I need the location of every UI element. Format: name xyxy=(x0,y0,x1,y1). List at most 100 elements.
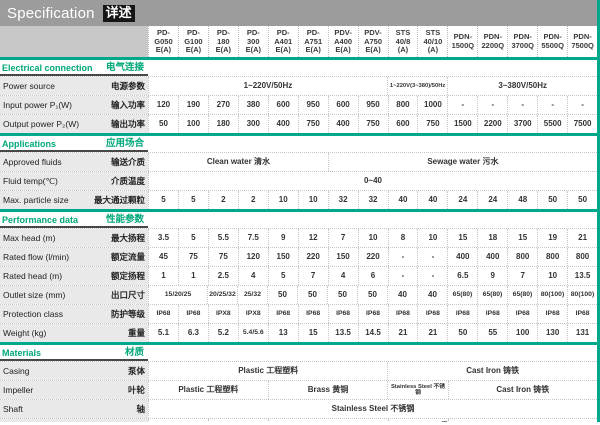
row-cells: Clean water 清水Sewage water 污水 xyxy=(148,153,597,171)
row-cells: 3.555.57.59127108101518151921 xyxy=(148,229,597,247)
row-label-en: Approved fluids xyxy=(0,153,95,171)
data-cell: 50 xyxy=(537,191,567,209)
data-cell: 7500 xyxy=(567,115,597,133)
row-label-en: Power source xyxy=(0,77,95,95)
table-row: Outlet size (mm)出口尺寸15/20/2520/25/3225/3… xyxy=(0,285,597,304)
data-cell: 50 xyxy=(148,115,178,133)
section-title-zh: 应用场合 xyxy=(106,135,144,149)
data-cell: 9 xyxy=(477,267,507,285)
section-title-zh: 性能参数 xyxy=(106,211,144,225)
data-cell: 15/20/25 xyxy=(148,286,207,304)
data-cell: 2.5 xyxy=(208,267,238,285)
data-cell: - xyxy=(477,96,507,114)
data-cell: 600 xyxy=(268,96,298,114)
data-cell: 3700 xyxy=(507,115,537,133)
row-cells: 5010018030040075040075060075015002200370… xyxy=(148,115,597,133)
page-title-zh: 详述 xyxy=(103,5,135,22)
data-cell: 50 xyxy=(447,324,477,342)
column-header: STS 40/10 (A) xyxy=(417,26,447,57)
data-cell: IP68 xyxy=(417,305,447,323)
section-title-zh: 电气连接 xyxy=(106,59,144,73)
data-cell: 750 xyxy=(417,115,447,133)
row-label-zh: 介质温度 xyxy=(95,172,148,190)
column-header: STS 40/8 (A) xyxy=(388,26,418,57)
data-cell: 20/25/32 xyxy=(207,286,237,304)
data-cell: 800 xyxy=(567,248,597,266)
data-cell: - xyxy=(388,248,418,266)
data-cell: 65(80) xyxy=(477,286,507,304)
data-cell: - xyxy=(417,248,447,266)
data-cell: 13.5 xyxy=(567,267,597,285)
data-cell: 55 xyxy=(477,324,507,342)
row-label-zh: 输入功率 xyxy=(95,96,148,114)
row-label-zh: 泵体 xyxy=(95,362,148,380)
data-cell: 2 xyxy=(208,191,238,209)
data-cell: 190 xyxy=(178,96,208,114)
row-label-zh: 最大通过颗粒 xyxy=(95,191,148,209)
data-cell: - xyxy=(447,96,477,114)
data-cell: - xyxy=(417,267,447,285)
data-cell: Plastic 工程塑料 xyxy=(148,362,387,380)
data-cell: 15 xyxy=(507,229,537,247)
data-cell: Plastic 工程塑料 xyxy=(148,381,268,399)
column-header: PDV- A400 E(A) xyxy=(328,26,358,57)
section-header: Applications应用场合 xyxy=(0,136,597,152)
data-cell: 21 xyxy=(388,324,418,342)
data-cell: IP68 xyxy=(148,305,178,323)
data-cell: IP68 xyxy=(298,305,328,323)
data-cell: 100 xyxy=(178,115,208,133)
data-cell: 7.5 xyxy=(238,229,268,247)
data-cell: Cast Iron 铸铁 xyxy=(448,381,597,399)
data-cell: - xyxy=(507,96,537,114)
row-label-zh: 输送介质 xyxy=(95,153,148,171)
data-cell: 14.5 xyxy=(358,324,388,342)
table-row: Mechanical seal机械密封SiC & SiC 碳化硅&碳化硅Carb… xyxy=(0,418,597,422)
data-cell: 21 xyxy=(567,229,597,247)
data-cell: 1500 xyxy=(447,115,477,133)
row-cells: SiC & SiC 碳化硅&碳化硅Carbon & Ceramic 石墨&陶瓷S… xyxy=(148,419,597,422)
table-row: Weight (kg)重量5.16.35.25.4/5.6131513.514.… xyxy=(0,323,597,342)
row-label-zh: 重量 xyxy=(95,324,148,342)
table-row: Casing泵体Plastic 工程塑料Cast Iron 铸铁 xyxy=(0,361,597,380)
data-cell: 6 xyxy=(358,267,388,285)
data-cell: 18 xyxy=(477,229,507,247)
data-cell: 5 xyxy=(268,267,298,285)
data-cell: IP68 xyxy=(178,305,208,323)
column-header: PD- A401 E(A) xyxy=(268,26,298,57)
data-cell: 3.5 xyxy=(148,229,178,247)
data-cell: SiC & SiC 碳化硅&碳化硅 xyxy=(268,419,387,422)
data-cell: 5500 xyxy=(537,115,567,133)
row-cells: Plastic 工程塑料Brass 黄铜Stainless Steel 不锈钢C… xyxy=(148,381,597,399)
row-label-en: Fluid temp(℃) xyxy=(0,172,95,190)
column-header-row: PD- G050 E(A)PD- G100 E(A)PD- 180 E(A)PD… xyxy=(0,26,597,57)
data-cell: 7 xyxy=(298,267,328,285)
model-column-headers: PD- G050 E(A)PD- G100 E(A)PD- 180 E(A)PD… xyxy=(148,26,597,57)
data-cell: 0~40 xyxy=(148,172,597,190)
data-cell: 950 xyxy=(298,96,328,114)
data-cell: 5 xyxy=(178,191,208,209)
data-cell: 120 xyxy=(148,96,178,114)
column-header: PD- 180 E(A) xyxy=(208,26,238,57)
data-cell: 15 xyxy=(447,229,477,247)
data-cell: 75 xyxy=(208,248,238,266)
data-cell: 6.3 xyxy=(178,324,208,342)
data-cell: 380 xyxy=(238,96,268,114)
data-cell: 100 xyxy=(507,324,537,342)
data-cell: 32 xyxy=(358,191,388,209)
data-cell: IP68 xyxy=(328,305,358,323)
row-label-en: Impeller xyxy=(0,381,95,399)
data-cell: Cast Iron 铸铁 xyxy=(387,362,597,380)
data-cell: 80(100) xyxy=(537,286,567,304)
data-cell: 50 xyxy=(297,286,327,304)
data-cell: 800 xyxy=(537,248,567,266)
data-cell: Carbon & Ceramic 石墨&陶瓷 xyxy=(208,419,268,422)
data-cell: 300 xyxy=(238,115,268,133)
row-label-zh: 叶轮 xyxy=(95,381,148,399)
data-cell: Clean water 清水 xyxy=(148,153,328,171)
row-label-zh: 出口尺寸 xyxy=(95,286,148,304)
data-cell: 10 xyxy=(298,191,328,209)
row-label-en: Input power P₁(W) xyxy=(0,96,95,114)
data-cell: 40 xyxy=(388,191,418,209)
row-label-zh: 防护等级 xyxy=(95,305,148,323)
section-header: Materials材质 xyxy=(0,345,597,361)
